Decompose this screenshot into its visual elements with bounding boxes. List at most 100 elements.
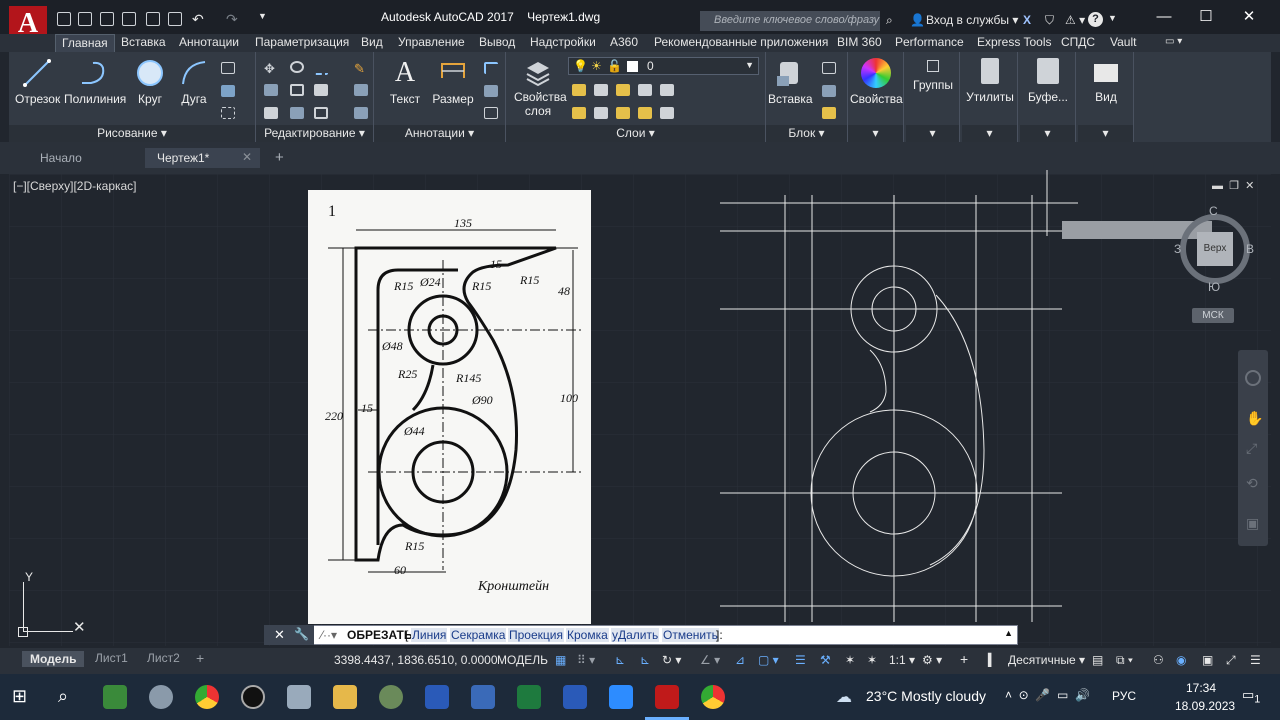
redo-icon[interactable]: ↷ [226, 11, 238, 28]
clipboard-expand[interactable]: ▾ [1020, 125, 1075, 142]
lock-ui-icon[interactable]: ⧉ ▾ [1116, 653, 1133, 668]
view-button[interactable]: Вид [1080, 56, 1132, 104]
option-edge[interactable]: Кромка [566, 628, 609, 642]
tab-manage[interactable]: Управление [398, 34, 465, 52]
customize-icon[interactable]: 🔧 [294, 627, 309, 641]
mirror-icon[interactable] [290, 84, 304, 96]
help-dropdown-icon[interactable]: ▼ [1108, 13, 1117, 23]
attribute-icon[interactable] [822, 107, 836, 119]
properties-button[interactable]: Свойства [850, 56, 903, 106]
leader-icon[interactable] [484, 85, 498, 97]
properties-expand[interactable]: ▾ [848, 125, 903, 142]
hatch-icon[interactable] [221, 85, 235, 97]
option-erase[interactable]: уДалить [611, 628, 660, 642]
polar-icon[interactable]: ⊾ [640, 653, 650, 667]
ribbon-minimize-icon[interactable]: ▭ ▾ [1165, 34, 1182, 52]
weather-text[interactable]: 23°C Mostly cloudy [866, 688, 986, 704]
search-input[interactable]: Введите ключевое слово/фразу [700, 11, 880, 31]
utilities-button[interactable]: Утилиты [964, 56, 1016, 104]
autocad-icon[interactable] [655, 685, 679, 709]
command-line[interactable]: ✕ 🔧 ⁄··▾ ОБРЕЗАТЬ [ Линия Секрамка Проек… [264, 625, 1018, 645]
option-undo[interactable]: Отменить [662, 628, 719, 642]
tab-view[interactable]: Вид [361, 34, 383, 52]
tab-parametric[interactable]: Параметризация [255, 34, 349, 52]
ortho-icon[interactable]: ⊾ [615, 653, 625, 667]
lineweight-icon[interactable]: ☰ [795, 653, 806, 667]
close-commandline-icon[interactable]: ✕ [274, 627, 285, 643]
annotation-group-title[interactable]: Аннотации ▾ [374, 125, 505, 142]
steering-wheel-icon[interactable] [1245, 370, 1261, 386]
tab-bim360[interactable]: BIM 360 [837, 34, 882, 52]
exchange-icon[interactable]: X [1023, 13, 1031, 27]
clean-screen-icon[interactable]: ▣ [1202, 653, 1213, 667]
save-icon[interactable] [100, 12, 114, 26]
help-icon[interactable]: ? [1088, 12, 1103, 27]
binoculars-icon[interactable]: ⌕ [886, 13, 893, 28]
notification-icon[interactable]: ▭1 [1242, 687, 1260, 706]
quick-properties-icon[interactable]: ▤ [1092, 653, 1103, 667]
option-projection[interactable]: Проекция [508, 628, 564, 642]
customization-icon[interactable]: ☰ [1250, 653, 1261, 667]
layer-properties-button[interactable]: Свойства слоя [514, 56, 567, 118]
option-crossing[interactable]: Секрамка [450, 628, 507, 642]
rotate-icon[interactable] [290, 61, 304, 73]
tab-spds[interactable]: СПДС [1061, 34, 1095, 52]
units-dropdown[interactable]: Десятичные ▾ [1008, 653, 1085, 667]
tab-insert[interactable]: Вставка [121, 34, 166, 52]
app-icon-3[interactable] [241, 685, 265, 709]
print-icon[interactable] [168, 12, 182, 26]
layer-isolate-icon[interactable] [594, 84, 608, 96]
wcs-menu[interactable]: МСК [1192, 308, 1234, 323]
maximize-icon[interactable]: ☐ [1192, 8, 1220, 26]
layer-thaw-icon[interactable] [616, 107, 630, 119]
app-icon-4[interactable] [287, 685, 311, 709]
layer-current-icon[interactable] [660, 107, 674, 119]
cart-icon[interactable]: ⛉ [1045, 13, 1054, 28]
annotation-scale[interactable]: 1:1 ▾ [889, 653, 915, 667]
isodraft-icon[interactable]: ↻ ▾ [662, 653, 681, 667]
offset-icon[interactable] [354, 107, 368, 119]
close-tab-icon[interactable]: ✕ [242, 150, 252, 164]
tab-output[interactable]: Вывод [479, 34, 515, 52]
table-icon[interactable] [484, 107, 498, 119]
zoom-icon[interactable]: ⤢ [1246, 440, 1257, 457]
tab-express-tools[interactable]: Express Tools [977, 34, 1051, 52]
new-tab-icon[interactable]: + [263, 146, 296, 166]
tab-drawing1[interactable]: Чертеж1* ✕ [145, 148, 260, 168]
app-icon-2[interactable] [149, 685, 173, 709]
coordinates[interactable]: 3398.4437, 1836.6510, 0.0000 [334, 653, 498, 667]
groups-button[interactable]: Группы [908, 56, 958, 92]
scale-icon[interactable] [290, 107, 304, 119]
layer-match-icon[interactable] [660, 84, 674, 96]
layer-freeze-icon[interactable] [616, 84, 630, 96]
boundary-icon[interactable] [221, 107, 235, 119]
dynamic-ucs-icon[interactable]: ▢ ▾ [758, 653, 779, 667]
chrome-icon[interactable] [195, 685, 219, 709]
tab-home[interactable]: Главная [55, 34, 115, 52]
layer-off-icon[interactable] [572, 84, 586, 96]
workspace-gear-icon[interactable]: ⚙ ▾ [922, 653, 942, 667]
signin-button[interactable]: Вход в службы ▾ [926, 13, 1018, 27]
modify-group-title[interactable]: Редактирование ▾ [256, 125, 373, 142]
tray-icons[interactable]: ˄ ⊙ 🎤 ▭ 🔊 [1005, 688, 1090, 702]
explode-icon[interactable] [354, 84, 368, 96]
word-icon[interactable] [563, 685, 587, 709]
viewcube-top-face[interactable]: Верх [1197, 232, 1233, 266]
erase-icon[interactable]: ✎ [354, 61, 368, 76]
excel-icon[interactable] [517, 685, 541, 709]
pan-icon[interactable]: ✋ [1246, 410, 1263, 427]
object-snap-tracking-icon[interactable]: ∠ ▾ [700, 653, 720, 667]
model-space-button[interactable]: МОДЕЛЬ [497, 653, 548, 667]
snap-icon[interactable]: ⠿ ▾ [577, 653, 595, 667]
tab-addins[interactable]: Надстройки [530, 34, 596, 52]
stretch-icon[interactable] [264, 107, 278, 119]
utilities-expand[interactable]: ▾ [962, 125, 1017, 142]
undo-icon[interactable]: ↶ [192, 11, 204, 28]
layer-on-icon[interactable] [572, 107, 586, 119]
close-icon[interactable]: ✕ [1235, 8, 1263, 26]
zoom-app-icon[interactable] [609, 685, 633, 709]
fillet-icon[interactable] [314, 84, 328, 96]
tab-a360[interactable]: А360 [610, 34, 638, 52]
circle-button[interactable]: Круг [133, 56, 167, 106]
search-icon[interactable]: ⌕ [58, 686, 68, 707]
